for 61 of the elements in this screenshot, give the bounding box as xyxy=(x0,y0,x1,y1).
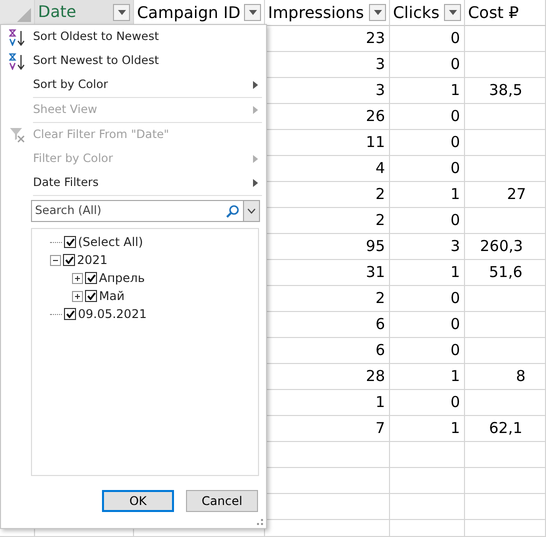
column-header: Date xyxy=(35,0,134,26)
sort-descending-icon xyxy=(9,52,25,70)
menu-item[interactable]: Sort by Color xyxy=(1,73,266,97)
menu-item[interactable]: Sort Oldest to Newest xyxy=(1,25,266,49)
checkbox[interactable] xyxy=(63,254,75,266)
cancel-button[interactable]: Cancel xyxy=(186,490,258,512)
table-cell: 3 xyxy=(390,234,465,260)
column-header: Impressions xyxy=(265,0,390,26)
ok-button[interactable]: OK xyxy=(102,490,174,512)
tree-item-label[interactable]: 2021 xyxy=(77,251,108,269)
filter-dropdown-button[interactable] xyxy=(113,4,130,20)
table-cell: 1 xyxy=(390,260,465,286)
table-cell: 0 xyxy=(390,338,465,364)
table-cell: 260,3 xyxy=(465,234,546,260)
filter-dropdown-button[interactable] xyxy=(244,4,261,21)
tree-item-label[interactable]: 09.05.2021 xyxy=(78,305,147,323)
table-cell: 0 xyxy=(390,26,465,52)
clear-filter-icon xyxy=(9,127,25,143)
checkbox[interactable] xyxy=(85,272,97,284)
tree-item-label[interactable]: Апрель xyxy=(99,269,145,287)
table-cell: 0 xyxy=(390,312,465,338)
tree-item-label[interactable]: Май xyxy=(99,287,125,305)
table-cell: 8 xyxy=(465,364,546,390)
filter-dropdown-button[interactable] xyxy=(369,4,386,21)
table-cell: 1 xyxy=(390,78,465,104)
menu-item[interactable]: Date Filters xyxy=(1,171,266,195)
search-box[interactable]: Search (All) xyxy=(31,200,260,222)
table-cell: 0 xyxy=(390,104,465,130)
caret-icon xyxy=(448,10,456,15)
sort-ascending-icon xyxy=(9,28,25,46)
menu-item[interactable]: Sort Newest to Oldest xyxy=(1,49,266,73)
checkbox[interactable] xyxy=(64,236,76,248)
caret-icon xyxy=(248,10,256,15)
table-cell: 27 xyxy=(465,182,546,208)
table-cell: 1 xyxy=(390,416,465,442)
collapse-icon[interactable] xyxy=(50,254,61,266)
table-cell: 0 xyxy=(390,130,465,156)
checkbox[interactable] xyxy=(64,308,76,320)
table-cell: 0 xyxy=(390,156,465,182)
column-header: Cost ₽ xyxy=(465,0,546,26)
expand-icon[interactable] xyxy=(72,290,83,302)
table-cell: 0 xyxy=(390,286,465,312)
caret-icon xyxy=(374,10,382,15)
table-cell: 62,1 xyxy=(465,416,546,442)
caret-icon xyxy=(118,10,126,14)
checkbox[interactable] xyxy=(85,290,97,302)
chevron-down-icon xyxy=(247,208,256,214)
table-cell: 0 xyxy=(390,208,465,234)
tree-item-label[interactable]: (Select All) xyxy=(78,233,144,251)
table-cell: 38,5 xyxy=(465,78,546,104)
select-all-triangle-icon xyxy=(17,8,31,22)
table-cell: 0 xyxy=(390,52,465,78)
filter-dropdown-button[interactable] xyxy=(444,4,461,21)
table-cell: 1 xyxy=(390,364,465,390)
table-cell: 51,6 xyxy=(465,260,546,286)
expand-icon[interactable] xyxy=(72,272,83,284)
table-cell: 1 xyxy=(390,182,465,208)
search-icon xyxy=(226,204,239,218)
resize-grip-icon xyxy=(257,519,263,525)
table-cell: 0 xyxy=(390,390,465,416)
column-header: Clicks xyxy=(390,0,465,26)
